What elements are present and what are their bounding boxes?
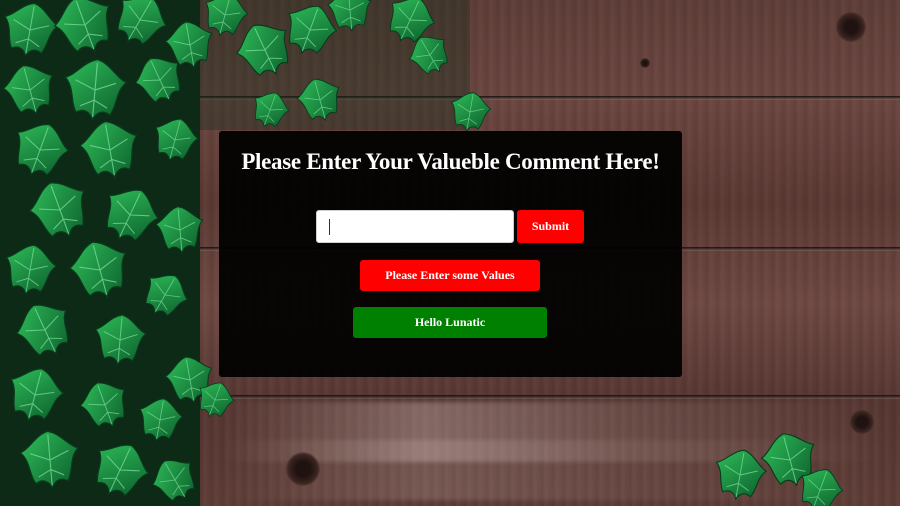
form-title: Please Enter Your Valueble Comment Here! [241,149,660,174]
text-caret [329,219,330,235]
comment-form-panel: Please Enter Your Valueble Comment Here!… [219,131,682,377]
validation-message: Please Enter some Values [360,260,540,291]
submit-button[interactable]: Submit [517,210,584,243]
comment-input[interactable] [316,210,514,243]
greeting-button[interactable]: Hello Lunatic [353,307,547,338]
